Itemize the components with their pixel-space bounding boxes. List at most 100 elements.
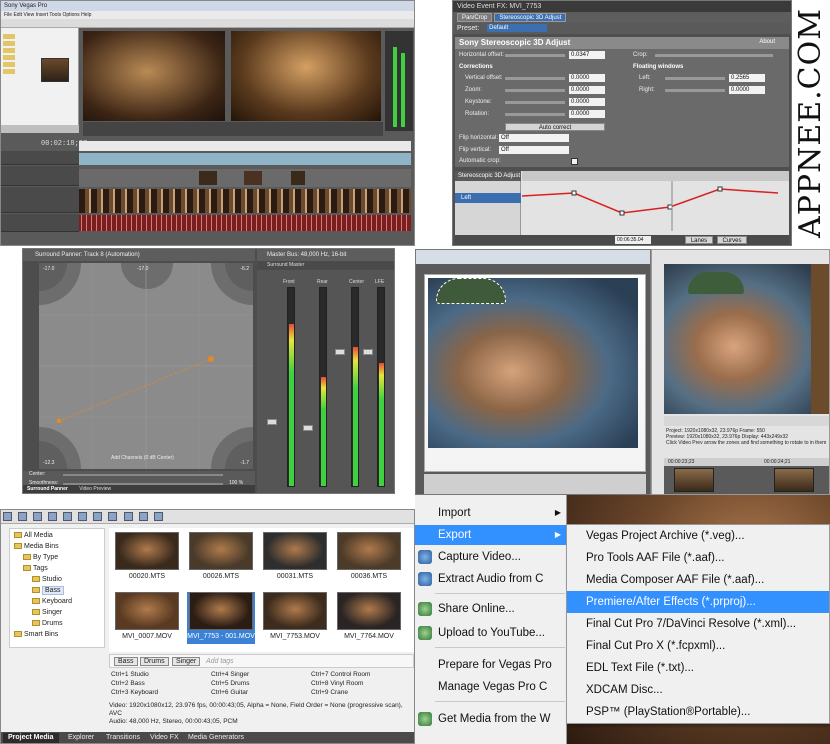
video-clip[interactable] <box>199 171 217 185</box>
bin-tree-item[interactable]: Keyboard <box>32 597 72 607</box>
vertical-offset-slider[interactable] <box>505 77 565 80</box>
menu-item-manage-vegas-pro-c[interactable]: Manage Vegas Pro C <box>415 677 567 697</box>
tab-video-fx[interactable]: Video FX <box>145 733 184 743</box>
capture-icon[interactable] <box>18 512 28 521</box>
flip-horizontal-select[interactable]: Off <box>499 134 569 142</box>
media-clip-thumbnail[interactable]: MVI_7753.MOV <box>261 592 329 642</box>
menu-item-get-media-from-the-w[interactable]: Get Media from the W <box>415 709 567 729</box>
keyframe-curve[interactable] <box>522 181 789 231</box>
rotation-value[interactable]: 0.0000 <box>569 110 605 118</box>
timeline-ruler[interactable] <box>79 141 411 151</box>
track-video-3[interactable] <box>79 189 411 213</box>
menu-item-capture-video[interactable]: Capture Video... <box>415 547 567 567</box>
preset-dropdown[interactable]: Default <box>487 24 548 33</box>
media-bins-tree[interactable]: All Media Media Bins By Type Tags Studio Bass… <box>9 528 105 648</box>
rotation-slider[interactable] <box>505 113 565 116</box>
menu-item-upload-to-youtube[interactable]: Upload to YouTube... <box>415 623 567 643</box>
export-item[interactable]: PSP™ (PlayStation®Portable)... <box>567 701 829 723</box>
track-video-2[interactable] <box>79 169 411 187</box>
main-menu-bar[interactable]: File Edit View Insert Tools Options Help <box>1 11 414 19</box>
media-clip-thumbnail[interactable]: MVI_7753 - 001.MOV <box>187 592 255 644</box>
fx-chain[interactable]: Pan/Crop Stereoscopic 3D Adjust <box>453 12 791 23</box>
keyframe-track-left[interactable]: Left <box>455 193 521 203</box>
tab-surround-panner[interactable]: Surround Panner <box>27 486 68 492</box>
track-video-1[interactable] <box>79 153 411 165</box>
tag-bass[interactable]: Bass <box>114 657 138 666</box>
bin-tree-item[interactable]: By Type <box>23 553 58 563</box>
cut-icon[interactable] <box>63 512 73 521</box>
menu-item-import[interactable]: Import ▶ <box>415 503 567 523</box>
keyframe-ruler[interactable] <box>522 171 789 181</box>
fader-center[interactable] <box>335 349 345 355</box>
horizontal-offset-value[interactable]: 0.0347 <box>569 51 605 59</box>
preview-timeline-strip[interactable] <box>424 474 646 494</box>
export-item[interactable]: EDL Text File (*.txt)... <box>567 657 829 679</box>
menu-item-share-online[interactable]: Share Online... <box>415 599 567 619</box>
media-clip-thumbnail[interactable]: 00026.MTS <box>187 532 255 582</box>
fader-rear[interactable] <box>303 425 313 431</box>
get-media-icon[interactable] <box>33 512 43 521</box>
corrections-section[interactable]: Corrections <box>459 63 493 72</box>
bin-tree-item[interactable]: Media Bins <box>14 542 59 552</box>
bin-tree-item[interactable]: Tags <box>23 564 48 574</box>
surround-pan-graph[interactable] <box>39 263 253 469</box>
menu-item-extract-audio-from-c[interactable]: Extract Audio from C <box>415 569 567 589</box>
delete-icon[interactable] <box>78 512 88 521</box>
media-clip-thumbnail[interactable]: MVI_7764.MOV <box>335 592 403 642</box>
tag-singer[interactable]: Singer <box>172 657 201 666</box>
search-icon[interactable] <box>153 512 163 521</box>
crop-slider[interactable] <box>655 54 773 57</box>
tab-project-media[interactable]: Project Media <box>3 733 59 743</box>
preview-timeline[interactable]: 00:00:23;23 00:00:24;21 <box>664 458 829 494</box>
media-clip-thumbnail[interactable]: 00020.MTS <box>113 532 181 582</box>
vertical-offset-value[interactable]: 0.0000 <box>569 74 605 82</box>
export-item[interactable]: Premiere/After Effects (*.prproj)... <box>567 591 829 613</box>
bin-tree-item[interactable]: Bass <box>32 586 64 596</box>
tab-video-preview[interactable]: Video Preview <box>79 486 111 492</box>
curves-button[interactable]: Curves <box>717 236 747 244</box>
export-item[interactable]: Pro Tools AAF File (*.aaf)... <box>567 547 829 569</box>
tab-explorer[interactable]: Explorer <box>63 733 99 743</box>
fx-tab-pan-crop[interactable]: Pan/Crop <box>457 13 493 22</box>
keyframe-time[interactable]: 00:06:35.04 <box>615 236 651 244</box>
play-icon[interactable] <box>108 512 118 521</box>
tag-bar[interactable]: Bass Drums Singer Add tags <box>109 654 414 668</box>
floating-windows-section[interactable]: Floating windows <box>633 63 683 72</box>
menu-item-prepare-for-vegas-pro[interactable]: Prepare for Vegas Pro <box>415 655 567 675</box>
video-clip[interactable] <box>291 171 305 185</box>
views-icon[interactable] <box>138 512 148 521</box>
menu-item-export[interactable]: Export ▶ <box>415 525 567 545</box>
mask-outline[interactable] <box>436 278 506 304</box>
zoom-slider[interactable] <box>505 89 565 92</box>
timeline-clip[interactable] <box>674 468 714 492</box>
track-header-audio[interactable] <box>1 214 79 232</box>
export-item[interactable]: Vegas Project Archive (*.veg)... <box>567 525 829 547</box>
video-clip[interactable] <box>244 171 262 185</box>
keystone-value[interactable]: 0.0000 <box>569 98 605 106</box>
media-clip-thumbnail[interactable]: 00036.MTS <box>335 532 403 582</box>
right-window-slider[interactable] <box>665 89 725 92</box>
automatic-crop-checkbox[interactable] <box>571 158 578 165</box>
about-button[interactable]: About <box>759 39 775 45</box>
fader-lfe[interactable] <box>363 349 373 355</box>
main-toolbar[interactable] <box>1 19 414 28</box>
preview-controls[interactable] <box>664 416 829 426</box>
bin-tree-item[interactable]: Drums <box>32 619 63 629</box>
horizontal-offset-slider[interactable] <box>505 54 565 57</box>
keystone-slider[interactable] <box>505 101 565 104</box>
fx-tab-stereoscopic[interactable]: Stereoscopic 3D Adjust <box>494 13 567 22</box>
right-window-value[interactable]: 0.0000 <box>729 86 765 94</box>
left-window-slider[interactable] <box>665 77 725 80</box>
stop-icon[interactable] <box>123 512 133 521</box>
explorer-tabs[interactable] <box>1 125 79 133</box>
media-clip-thumbnail[interactable]: MVI_0007.MOV <box>113 592 181 642</box>
refresh-icon[interactable] <box>48 512 58 521</box>
tab-transitions[interactable]: Transitions <box>101 733 145 743</box>
zoom-value[interactable]: 0.0000 <box>569 86 605 94</box>
preview-toolbar[interactable] <box>416 250 650 264</box>
transport-bar[interactable] <box>83 122 383 136</box>
track-header-1[interactable] <box>1 151 79 165</box>
export-item[interactable]: XDCAM Disc... <box>567 679 829 701</box>
surround-pan-area[interactable]: -17.0 -17.0 -6.2 -12.3 -1.7 Add Channels… <box>39 263 253 469</box>
bin-tree-item[interactable]: All Media <box>14 531 53 541</box>
